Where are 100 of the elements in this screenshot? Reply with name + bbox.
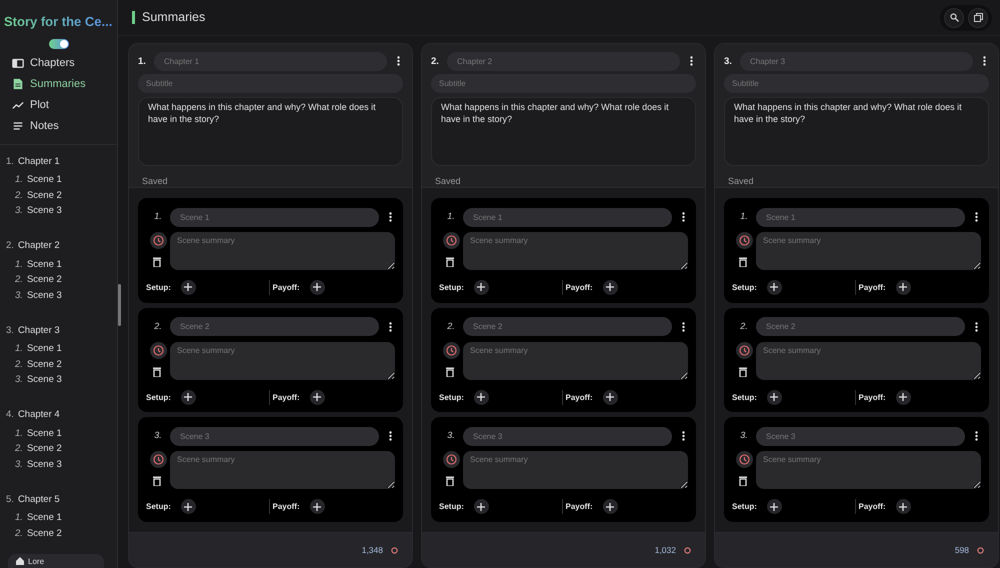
lore-button[interactable]: Lore <box>8 554 104 568</box>
scene-item[interactable]: 1. Scene 1 <box>6 341 117 356</box>
scene-number: 3. <box>447 429 455 442</box>
scene-title-field[interactable]: Scene 1 <box>756 208 965 226</box>
scene-title-field[interactable]: Scene 3 <box>170 426 379 446</box>
chapter-number: 1. <box>138 56 147 66</box>
clock-icon[interactable] <box>150 342 166 359</box>
scene-summary-field[interactable]: Scene summary <box>170 342 395 380</box>
nav-item[interactable]: Summaries <box>12 76 105 92</box>
scene-item[interactable]: 2. Scene 2 <box>6 188 117 203</box>
add-button[interactable] <box>180 499 196 514</box>
scene-item[interactable]: 3. Scene 3 <box>6 203 117 218</box>
trash-icon[interactable] <box>446 366 456 378</box>
scene-summary-field[interactable]: Scene summary <box>463 232 688 270</box>
nav-item[interactable]: Plot <box>12 97 105 113</box>
trash-icon[interactable] <box>739 257 749 268</box>
scene-summary-field[interactable]: Scene summary <box>463 451 688 490</box>
save-status: Saved <box>728 176 755 186</box>
theme-toggle[interactable] <box>48 39 68 49</box>
scene-item[interactable]: 1. Scene 1 <box>6 256 117 272</box>
chapter-item[interactable]: 4. Chapter 4 <box>6 406 117 422</box>
summary-field[interactable]: What happens in this chapter and why? What role does it have in the story? <box>138 97 403 166</box>
scene-summary-field[interactable]: Scene summary <box>170 451 395 490</box>
scene-item[interactable]: 3. Scene 3 <box>6 288 117 303</box>
trash-icon[interactable] <box>153 476 163 488</box>
trash-icon[interactable] <box>739 476 749 488</box>
clock-icon[interactable] <box>442 451 460 468</box>
subtitle-field[interactable]: Subtitle <box>724 74 989 93</box>
add-button[interactable] <box>310 390 325 404</box>
subtitle-field[interactable]: Subtitle <box>431 74 696 93</box>
add-button[interactable] <box>896 390 911 404</box>
trash-icon[interactable] <box>739 366 749 378</box>
chapter-item[interactable]: 2. Chapter 2 <box>6 238 117 254</box>
scene-item[interactable]: 2. Scene 2 <box>6 526 117 541</box>
scene-item[interactable]: 2. Scene 2 <box>6 272 117 288</box>
scene-item[interactable]: 1. Scene 1 <box>6 172 117 188</box>
scene-title-field[interactable]: Scene 1 <box>463 208 672 226</box>
clock-icon[interactable] <box>442 342 460 359</box>
add-button[interactable] <box>474 280 489 295</box>
scene-title-field[interactable]: Scene 2 <box>170 317 379 336</box>
add-button[interactable] <box>310 280 325 295</box>
chapter-title-field[interactable]: Chapter 2 <box>447 52 680 70</box>
plus-icon <box>899 502 908 511</box>
scene-item[interactable]: 3. Scene 3 <box>6 372 117 388</box>
trash-icon[interactable] <box>153 366 163 378</box>
trash-icon[interactable] <box>446 257 456 268</box>
add-button[interactable] <box>896 499 911 514</box>
plus-icon <box>184 502 192 511</box>
trash-icon[interactable] <box>446 476 456 488</box>
add-button[interactable] <box>602 390 618 404</box>
add-button[interactable] <box>766 499 782 514</box>
scene-summary-field[interactable]: Scene summary <box>756 232 981 270</box>
summary-field[interactable]: What happens in this chapter and why? What role does it have in the story? <box>724 97 989 166</box>
scene-summary-field[interactable]: Scene summary <box>170 232 395 270</box>
add-button[interactable] <box>766 280 782 295</box>
chapter-title-field[interactable]: Chapter 3 <box>740 52 973 70</box>
scene-title-field[interactable]: Scene 2 <box>463 317 672 336</box>
status-icon <box>684 546 691 554</box>
home-icon <box>16 557 24 565</box>
scene-title-field[interactable]: Scene 1 <box>170 208 379 226</box>
add-button[interactable] <box>474 499 489 514</box>
chapter-item[interactable]: 3. Chapter 3 <box>6 322 117 338</box>
summary-field[interactable]: What happens in this chapter and why? What role does it have in the story? <box>431 97 696 166</box>
search-icon[interactable] <box>944 8 964 28</box>
scene-summary-field[interactable]: Scene summary <box>463 342 688 380</box>
add-button[interactable] <box>896 280 911 295</box>
scene-title-field[interactable]: Scene 2 <box>756 317 965 336</box>
clock-icon[interactable] <box>150 232 166 249</box>
add-button[interactable] <box>310 499 325 514</box>
chapter-item[interactable]: 1. Chapter 1 <box>6 153 117 169</box>
clock-icon[interactable] <box>736 451 752 468</box>
add-button[interactable] <box>474 390 489 404</box>
add-button[interactable] <box>602 280 618 295</box>
copy-icon[interactable] <box>968 8 988 28</box>
add-button[interactable] <box>180 390 196 404</box>
scene-item[interactable]: 3. Scene 3 <box>6 456 117 472</box>
add-button[interactable] <box>602 499 618 514</box>
chapter-title-field[interactable]: Chapter 1 <box>154 52 387 70</box>
clock-icon[interactable] <box>442 232 460 249</box>
chapter-item[interactable]: 5. Chapter 5 <box>6 491 117 507</box>
subtitle-field[interactable]: Subtitle <box>138 74 403 93</box>
scene-item[interactable]: 1. Scene 1 <box>6 426 117 441</box>
scene-summary-field[interactable]: Scene summary <box>756 342 981 380</box>
scene-number: 1. <box>447 210 455 223</box>
add-button[interactable] <box>766 390 782 404</box>
scene-title-field[interactable]: Scene 3 <box>756 426 965 446</box>
scene-item[interactable]: 2. Scene 2 <box>6 356 117 372</box>
clock-icon[interactable] <box>150 451 166 468</box>
scene-summary-field[interactable]: Scene summary <box>756 451 981 490</box>
scene-item[interactable]: 2. Scene 2 <box>6 441 117 456</box>
scrollbar[interactable] <box>118 284 121 326</box>
scene-title-field[interactable]: Scene 3 <box>463 426 672 446</box>
clock-icon[interactable] <box>736 342 752 359</box>
trash-icon[interactable] <box>153 257 163 268</box>
nav-item[interactable]: Chapters <box>12 55 105 71</box>
add-button[interactable] <box>180 280 196 295</box>
plus-icon <box>606 393 614 401</box>
nav-item[interactable]: Notes <box>12 118 105 134</box>
scene-item[interactable]: 1. Scene 1 <box>6 510 117 526</box>
clock-icon[interactable] <box>736 232 752 249</box>
